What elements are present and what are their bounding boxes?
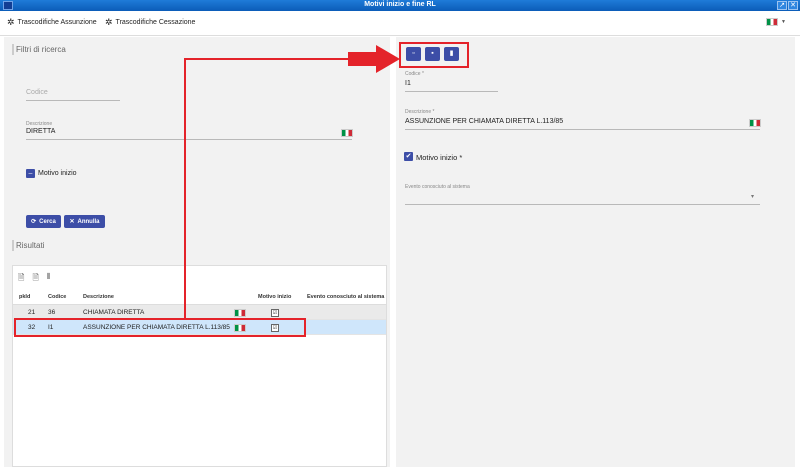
evento-underline — [405, 204, 760, 205]
search-button-label: Cerca — [39, 218, 56, 225]
cell-descrizione: CHIAMATA DIRETTA — [83, 309, 145, 316]
right-pane — [396, 37, 795, 467]
annotation-arrow-icon — [348, 45, 400, 73]
evento-label: Evento conosciuto al sistema — [405, 184, 470, 190]
window-title: Motivi inizio e fine RL — [364, 1, 436, 8]
columns-icon[interactable]: ⦀ — [47, 272, 51, 286]
tab-bar: ✲ Trascodifiche Assunzione ✲ Trascodific… — [0, 11, 800, 36]
column-header-codice[interactable]: Codice — [48, 294, 66, 300]
cancel-button[interactable]: ✕ Annulla — [64, 215, 105, 228]
column-header-evento[interactable]: Evento conosciuto al sistema — [307, 294, 384, 300]
window-titlebar: Motivi inizio e fine RL ↗ ✕ — [0, 0, 800, 11]
column-header-motivo-inizio[interactable]: Motivo inizio — [258, 294, 291, 300]
refresh-icon: ⟳ — [31, 219, 37, 225]
motivo-inizio-checkbox[interactable]: ✔ — [404, 152, 413, 161]
highlight-action-buttons — [399, 42, 469, 68]
descrizione-filter-underline — [26, 139, 352, 140]
codice-filter-underline — [26, 100, 120, 101]
export-pdf-icon[interactable]: 🗎 — [32, 272, 38, 286]
chevron-down-icon: ▼ — [781, 19, 786, 25]
annotation-line-vertical — [184, 58, 186, 319]
italian-flag-icon[interactable] — [749, 119, 761, 127]
italian-flag-icon — [766, 18, 778, 26]
motivo-inizio-filter-checkbox[interactable]: – — [26, 169, 35, 178]
descrizione-filter-input[interactable]: DIRETTA — [26, 128, 55, 135]
restore-window-button[interactable]: ↗ — [777, 1, 787, 10]
grid-header: pkId Codice Descrizione Motivo inizio Ev… — [13, 290, 386, 305]
descrizione-underline — [405, 129, 760, 130]
section-marker — [12, 240, 14, 251]
cell-motivo-inizio-checkbox: ☑ — [271, 309, 279, 317]
annotation-line-horizontal — [184, 58, 352, 60]
tab-label: Trascodifiche Assunzione — [17, 19, 97, 26]
motivo-inizio-filter-label: Motivo inizio — [38, 170, 77, 177]
export-excel-icon[interactable]: 🗎 — [18, 272, 24, 286]
tab-label: Trascodifiche Cessazione — [115, 19, 196, 26]
highlight-selected-row — [14, 318, 306, 337]
grid-toolbar: 🗎 🗎 ⦀ — [18, 272, 50, 286]
tab-trascodifiche-cessazione[interactable]: ✲ Trascodifiche Cessazione — [105, 17, 196, 27]
results-section-title: Risultati — [16, 241, 45, 250]
descrizione-label: Descrizione * — [405, 109, 435, 115]
cancel-button-label: Annulla — [77, 218, 100, 225]
tab-trascodifiche-assunzione[interactable]: ✲ Trascodifiche Assunzione — [7, 17, 97, 27]
language-selector[interactable]: ▼ — [766, 18, 786, 26]
descrizione-filter-label: Descrizione — [26, 121, 53, 127]
codice-label: Codice * — [405, 71, 424, 77]
codice-filter-input[interactable]: Codice — [26, 89, 48, 96]
gear-icon: ✲ — [7, 17, 15, 27]
gear-icon: ✲ — [105, 17, 113, 27]
column-header-pkid[interactable]: pkId — [19, 294, 30, 300]
motivo-inizio-label: Motivo inizio * — [416, 153, 463, 162]
section-marker — [12, 44, 14, 55]
results-grid: 🗎 🗎 ⦀ pkId Codice Descrizione Motivo ini… — [12, 265, 387, 467]
cell-pkid: 21 — [28, 309, 36, 316]
chevron-down-icon[interactable]: ▾ — [751, 193, 754, 200]
column-header-descrizione[interactable]: Descrizione — [83, 294, 114, 300]
search-button[interactable]: ⟳ Cerca — [26, 215, 61, 228]
codice-input[interactable]: I1 — [405, 80, 411, 87]
filters-section-title: Filtri di ricerca — [16, 45, 66, 54]
italian-flag-icon — [234, 309, 246, 317]
descrizione-input[interactable]: ASSUNZIONE PER CHIAMATA DIRETTA L.113/85 — [405, 118, 563, 125]
italian-flag-icon[interactable] — [341, 129, 353, 137]
close-icon: ✕ — [69, 219, 75, 225]
codice-underline — [405, 91, 498, 92]
close-window-button[interactable]: ✕ — [788, 1, 798, 10]
cell-codice: 36 — [48, 309, 56, 316]
